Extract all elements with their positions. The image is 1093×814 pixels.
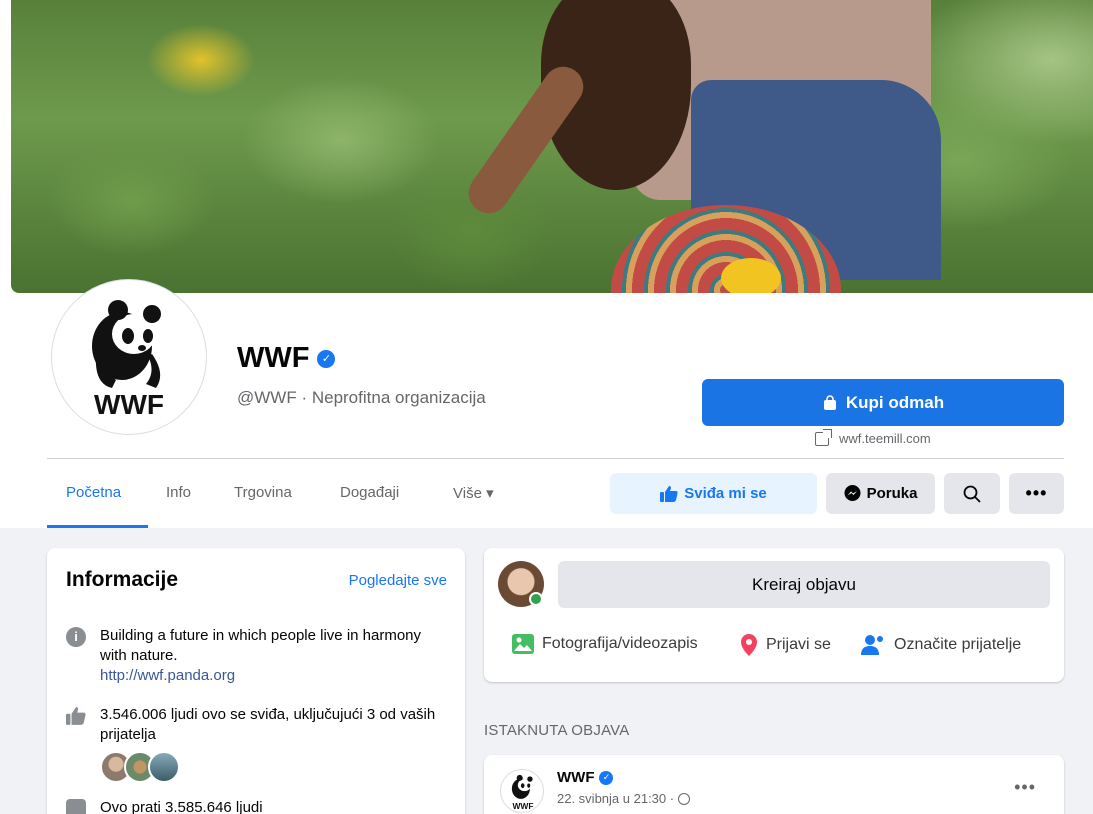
thumbs-up-icon [660, 485, 678, 502]
post-author-avatar[interactable]: WWF [500, 769, 544, 813]
tag-friends-label: Označite prijatelje [894, 636, 1022, 653]
message-button[interactable]: Poruka [826, 473, 935, 514]
verified-badge-icon: ✓ [317, 349, 336, 368]
friend-avatars [100, 751, 450, 783]
likes-count-text: 3.546.006 ljudi ovo se sviđa, uključujuć… [100, 706, 436, 743]
photo-icon [512, 634, 534, 654]
info-description: Building a future in which people live i… [100, 627, 422, 664]
info-description-row: i Building a future in which people live… [66, 626, 430, 686]
shop-link-text: wwf.teemill.com [839, 431, 931, 446]
post-author-name: WWF [557, 769, 595, 786]
shopping-bag-icon [823, 394, 836, 410]
info-card: Informacije Pogledajte sve i Building a … [47, 548, 465, 814]
search-icon [963, 485, 981, 503]
post-composer: Kreiraj objavu Fotografija/videozapis Pr… [484, 548, 1064, 682]
globe-icon [678, 792, 691, 805]
featured-post: WWF WWF ✓ 22. svibnja u 21:30 · ••• [484, 755, 1064, 814]
shop-external-link[interactable]: wwf.teemill.com [815, 428, 931, 446]
tab-info[interactable]: Info [166, 484, 191, 501]
svg-text:WWF: WWF [512, 801, 533, 811]
page-handle: @WWF · Neprofitna organizacija [237, 388, 486, 407]
info-title: Informacije [66, 568, 179, 591]
post-options-button[interactable]: ••• [1014, 777, 1036, 798]
header-divider [47, 458, 1064, 459]
tag-friends-button[interactable]: Označite prijatelje [860, 634, 1021, 656]
followers-icon [66, 799, 86, 814]
photo-video-label: Fotografija/videozapis [542, 635, 698, 652]
cover-flower [721, 258, 781, 293]
profile-avatar[interactable]: WWF [51, 279, 207, 435]
active-tab-indicator [47, 525, 148, 528]
post-author[interactable]: WWF ✓ [557, 769, 614, 786]
featured-post-heading: ISTAKNUTA OBJAVA [484, 722, 630, 739]
verified-badge-icon: ✓ [599, 770, 614, 785]
post-timestamp[interactable]: 22. svibnja u 21:30 · [557, 791, 691, 806]
svg-text:WWF: WWF [94, 389, 164, 420]
thumbs-up-icon [66, 707, 86, 725]
tab-more[interactable]: Više ▾ [453, 484, 494, 502]
page-title: WWF ✓ [237, 342, 336, 375]
location-pin-icon [741, 634, 757, 656]
messenger-icon [844, 485, 861, 501]
info-followers-row: Ovo prati 3.585.646 ljudi [66, 798, 263, 814]
website-link[interactable]: http://wwf.panda.org [100, 666, 430, 686]
friend-avatar[interactable] [148, 751, 180, 783]
message-label: Poruka [866, 485, 918, 502]
tab-home[interactable]: Početna [66, 484, 121, 501]
online-status-icon [529, 592, 543, 606]
panda-logo-icon: WWF [56, 284, 202, 430]
page-name: WWF [237, 342, 310, 374]
tag-people-icon [861, 635, 883, 655]
like-label: Sviđa mi se [684, 485, 767, 502]
search-page-button[interactable] [944, 473, 1000, 514]
post-time-text: 22. svibnja u 21:30 · [557, 791, 675, 806]
info-icon: i [66, 627, 86, 647]
like-page-button[interactable]: Sviđa mi se [610, 473, 817, 514]
create-post-button[interactable]: Kreiraj objavu [558, 561, 1050, 608]
external-link-icon [815, 428, 832, 446]
shop-now-button[interactable]: Kupi odmah [702, 379, 1064, 426]
cover-photo[interactable] [11, 0, 1093, 293]
info-likes-row: 3.546.006 ljudi ovo se sviđa, uključujuć… [66, 705, 450, 783]
tab-shop[interactable]: Trgovina [234, 484, 292, 501]
followers-count-text: Ovo prati 3.585.646 ljudi [100, 799, 263, 814]
check-in-label: Prijavi se [766, 636, 831, 653]
shop-now-label: Kupi odmah [845, 392, 945, 412]
check-in-button[interactable]: Prijavi se [740, 634, 831, 656]
more-options-button[interactable]: ••• [1009, 473, 1064, 514]
photo-video-button[interactable]: Fotografija/videozapis [512, 634, 698, 654]
tab-events[interactable]: Događaji [340, 484, 399, 501]
see-all-link[interactable]: Pogledajte sve [349, 572, 447, 589]
